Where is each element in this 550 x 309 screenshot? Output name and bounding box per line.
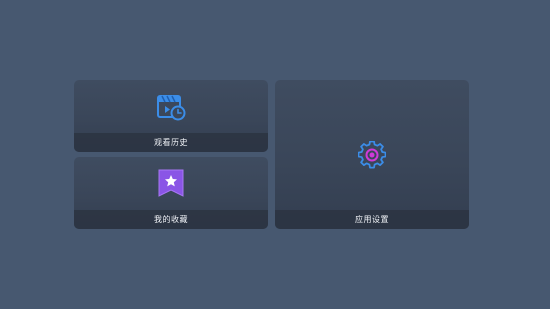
app-settings-label: 应用设置 — [275, 210, 469, 229]
my-favorites-tile[interactable]: 我的收藏 — [74, 157, 268, 229]
my-favorites-label: 我的收藏 — [74, 210, 268, 229]
bookmark-star-icon — [157, 168, 185, 202]
gear-icon — [357, 140, 387, 173]
app-settings-tile[interactable]: 应用设置 — [275, 80, 469, 229]
watch-history-label: 观看历史 — [74, 133, 268, 152]
clapperboard-clock-icon — [156, 91, 186, 125]
watch-history-tile[interactable]: 观看历史 — [74, 80, 268, 152]
